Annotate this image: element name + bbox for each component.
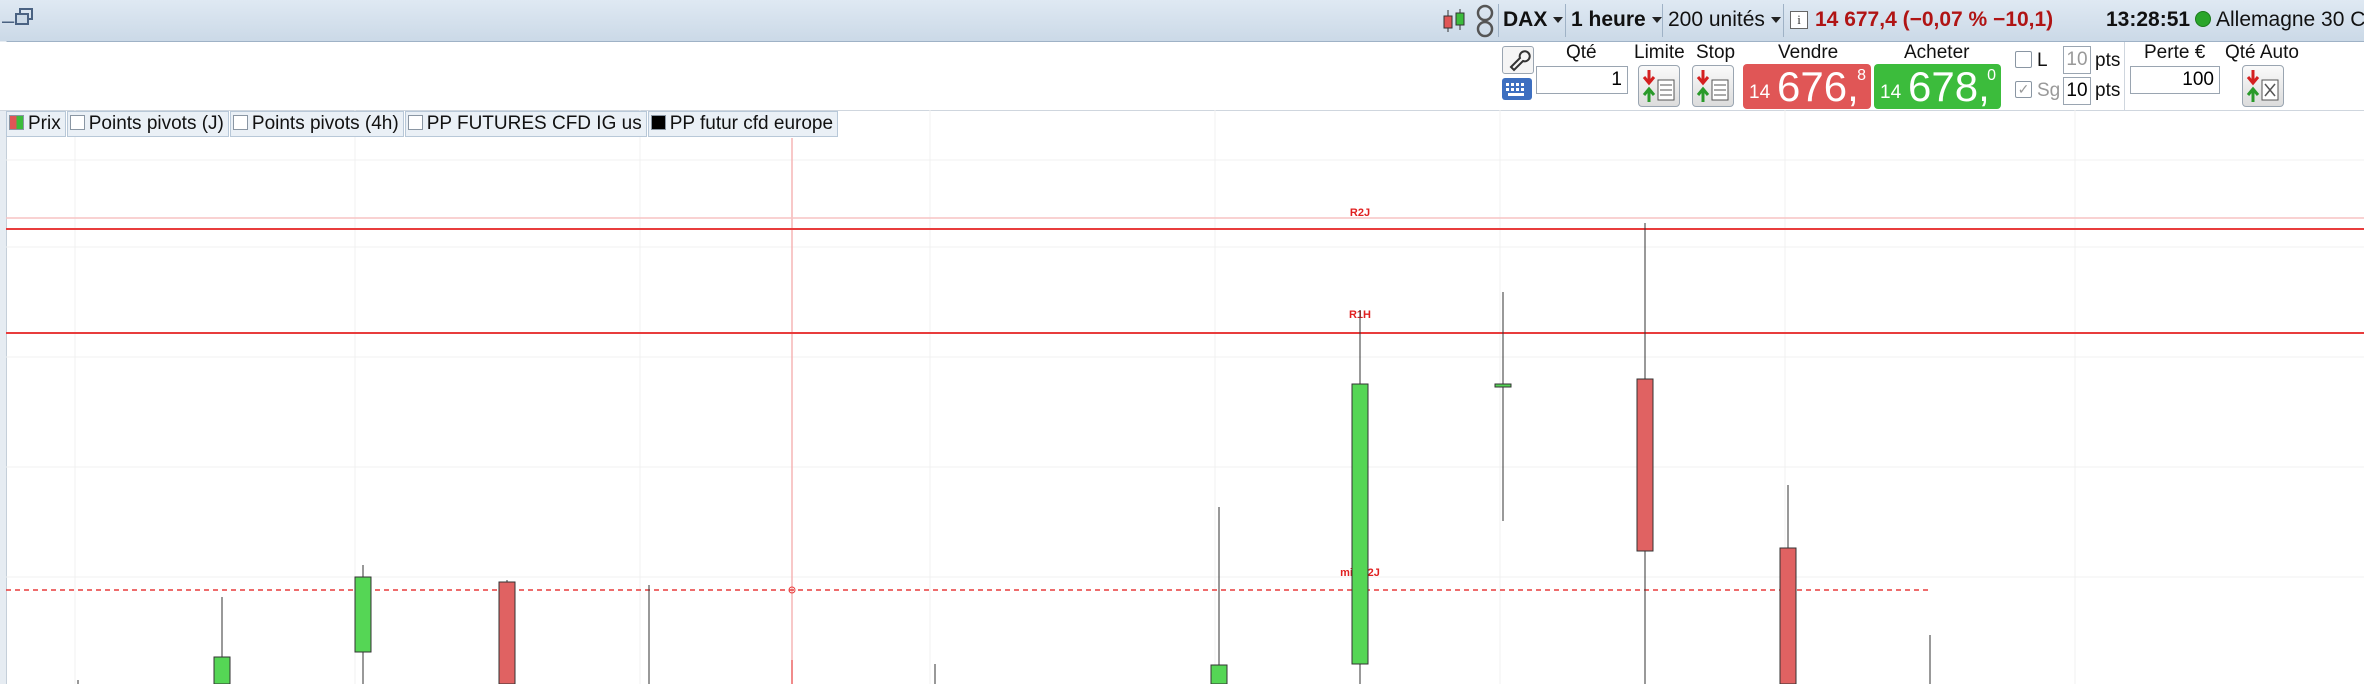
candle-up: [213, 597, 231, 685]
buy-price-sup: 0: [1987, 67, 1996, 84]
loss-input[interactable]: 100: [2130, 66, 2220, 94]
price-change: 14 677,4 (−0,07 % −10,1): [1815, 8, 2054, 31]
legend-item-pp-futures-us[interactable]: PP FUTURES CFD IG us: [404, 111, 647, 137]
minimize-icon[interactable]: –: [2, 8, 14, 34]
limit-points-label: L: [2037, 50, 2048, 71]
instrument-label: DAX: [1503, 8, 1548, 31]
stop-order-button[interactable]: [1692, 65, 1734, 107]
candlestick-icon[interactable]: [1440, 8, 1470, 39]
separator: [1498, 4, 1499, 37]
limit-label: Limite: [1634, 42, 1685, 63]
restore-window-icon[interactable]: [14, 6, 36, 34]
timeframe-select[interactable]: 1 heure: [1571, 8, 1662, 32]
stop-points-unit: pts: [2095, 80, 2121, 101]
legend-label: Prix: [28, 113, 61, 134]
qty-label: Qté: [1566, 42, 1597, 63]
candle-down: [1636, 223, 1654, 684]
info-icon[interactable]: i: [1790, 11, 1808, 29]
legend-item-pivots-daily[interactable]: Points pivots (J): [66, 111, 229, 137]
limit-checkbox[interactable]: [2015, 51, 2032, 68]
stop-guaranteed-checkbox[interactable]: ✓: [2015, 81, 2032, 98]
separator: [1565, 4, 1566, 37]
sell-price-prefix: 14: [1749, 82, 1771, 103]
r2j-label: R2J: [1350, 207, 1370, 219]
candle-down: [1779, 485, 1797, 685]
empty-swatch-icon: [232, 115, 248, 130]
legend-item-pivots-4h[interactable]: Points pivots (4h): [229, 111, 404, 137]
wrench-icon[interactable]: [1502, 46, 1534, 74]
separator: [1783, 4, 1784, 37]
legend-item-pp-futur-europe[interactable]: PP futur cfd europe: [647, 111, 839, 137]
buy-price-main: 678,: [1908, 63, 1990, 110]
stop-points-label: Sg: [2037, 80, 2061, 101]
indicator-legend: Prix Points pivots (J) Points pivots (4h…: [6, 111, 839, 137]
sell-button[interactable]: 14 676, 8: [1743, 64, 1871, 109]
candle-up: [354, 565, 372, 684]
status-dot-icon: [2195, 11, 2211, 27]
qty-input[interactable]: 1: [1536, 66, 1628, 94]
empty-swatch-icon: [407, 115, 423, 130]
candle-up: [1351, 310, 1369, 684]
chevron-down-icon: [1651, 17, 1662, 24]
market-name: Allemagne 30 Cash (5€): [2195, 8, 2364, 32]
legend-item-price[interactable]: Prix: [6, 111, 66, 137]
instrument-select[interactable]: DAX: [1503, 8, 1564, 32]
candles: [77, 223, 1931, 685]
buy-button[interactable]: 14 678, 0: [1874, 64, 2001, 109]
limit-points-input[interactable]: 10: [2063, 46, 2091, 74]
black-swatch-icon: [650, 115, 666, 130]
timeframe-label: 1 heure: [1571, 8, 1646, 31]
separator: [2124, 42, 2125, 110]
separator: [1662, 4, 1663, 37]
stop-points-input[interactable]: 10: [2063, 77, 2091, 105]
clock-time: 13:28:51: [2106, 8, 2191, 31]
sell-price-sup: 8: [1857, 67, 1866, 84]
auto-qty-label: Qté Auto: [2225, 42, 2299, 63]
candle-doji: [1494, 292, 1512, 521]
price-swatch-icon: [9, 115, 24, 130]
limit-order-button[interactable]: [1638, 65, 1680, 107]
candle-up: [1210, 507, 1228, 685]
top-toolbar: – DAX 1 heure 200 unités i 14 677,4 (−0,…: [0, 0, 2364, 42]
limit-points-unit: pts: [2095, 50, 2121, 71]
buy-price-prefix: 14: [1880, 82, 1902, 103]
price-chart[interactable]: R2J R1H midR2J: [0, 110, 2364, 685]
chart-canvas: R2J R1H midR2J: [6, 110, 2364, 685]
units-label: 200 unités: [1668, 8, 1765, 31]
legend-label: Points pivots (J): [88, 113, 224, 134]
stop-label: Stop: [1696, 42, 1736, 63]
units-select[interactable]: 200 unités: [1668, 8, 1781, 32]
legend-label: Points pivots (4h): [251, 113, 399, 134]
legend-label: PP futur cfd europe: [669, 113, 834, 134]
empty-swatch-icon: [69, 115, 85, 130]
auto-qty-button[interactable]: [2242, 65, 2284, 107]
sell-price-main: 676,: [1777, 63, 1859, 110]
legend-label: PP FUTURES CFD IG us: [426, 113, 642, 134]
chevron-down-icon: [1770, 17, 1781, 24]
keyboard-icon[interactable]: [1502, 78, 1532, 100]
sell-label: Vendre: [1778, 42, 1839, 63]
order-panel: Qté 1 Limite Stop Vendre 14 676, 8 Achet…: [0, 42, 2364, 111]
market-name-label: Allemagne 30 Cash (5€): [2216, 8, 2364, 31]
candle-down: [498, 580, 516, 685]
loss-label: Perte €: [2144, 42, 2206, 63]
link-icon[interactable]: [1475, 4, 1495, 43]
chevron-down-icon: [1553, 17, 1564, 24]
buy-label: Acheter: [1904, 42, 1970, 63]
